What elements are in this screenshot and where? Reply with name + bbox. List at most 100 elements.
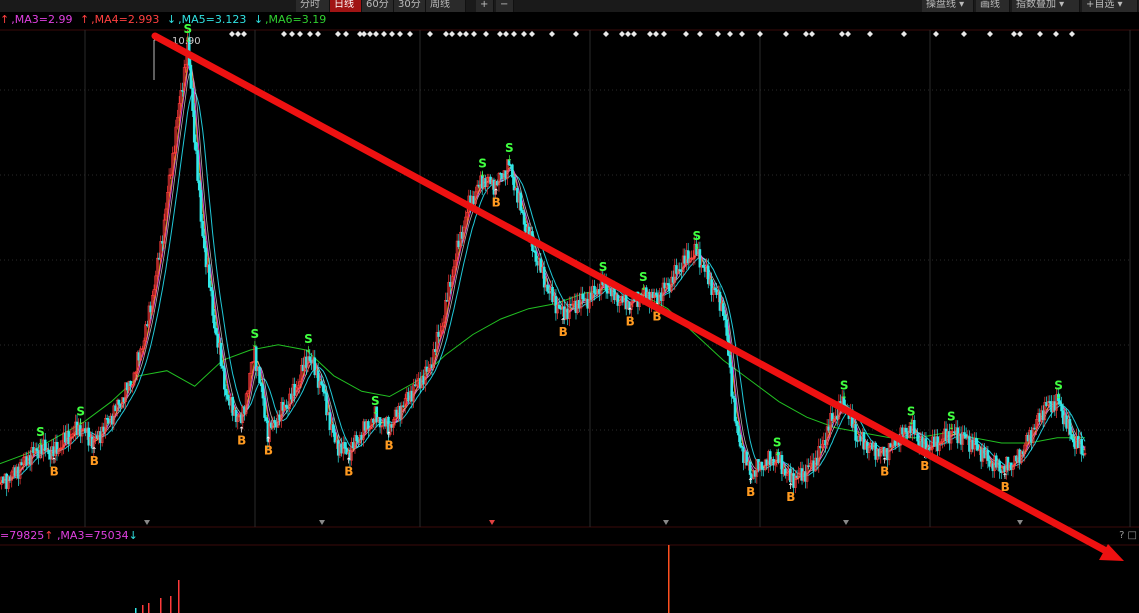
time-tick-marker [1017, 520, 1023, 525]
sell-signal: S [251, 327, 260, 341]
event-diamond [987, 31, 993, 37]
event-diamond [529, 31, 535, 37]
volume-bar [668, 545, 670, 613]
grid [0, 29, 1139, 546]
event-diamond [783, 31, 789, 37]
candle-body [285, 404, 288, 408]
event-diamond [803, 31, 809, 37]
event-diamond [757, 31, 763, 37]
event-diamond [315, 31, 321, 37]
event-diamond [235, 31, 241, 37]
sell-signal: S [599, 260, 608, 274]
candle-body [1070, 434, 1073, 440]
event-diamond [361, 31, 367, 37]
candle-body [546, 284, 549, 292]
candle-body [725, 319, 728, 336]
candle-body [998, 460, 1001, 472]
buy-signal: B [559, 325, 568, 339]
event-diamond [407, 31, 413, 37]
event-diamond [503, 31, 509, 37]
candle-body [321, 384, 325, 392]
index-overlay-dropdown[interactable]: 指数叠加 ▾ [1012, 0, 1080, 12]
event-diamond [727, 31, 733, 37]
sell-signal: S [36, 425, 45, 439]
kline-chart[interactable]: S↓↑BS↓↑BS↓↑BS↓↑BS↓↑BS↓↑BS↓↑BS↓↑BS↓↑BS↓↑B… [0, 0, 1139, 613]
candle-body [735, 420, 739, 427]
tab-daily[interactable]: 日线 [330, 0, 362, 12]
candle-body [320, 381, 323, 385]
event-diamond [521, 31, 527, 37]
sell-arrow: ↓ [774, 449, 781, 458]
candle-body [1071, 438, 1075, 443]
sell-signal: S [947, 410, 956, 424]
time-tick-marker [144, 520, 150, 525]
tab-60min[interactable]: 60分 [362, 0, 394, 12]
candle-body [367, 421, 370, 430]
add-watchlist-dropdown[interactable]: +自选 ▾ [1082, 0, 1138, 12]
toolbar: 分时 日线 60分 30分 周线 + − 操盘线 ▾ 画线 指数叠加 ▾ +自选… [0, 0, 1139, 12]
event-diamond [1069, 31, 1075, 37]
candle-body [264, 417, 268, 422]
candle-body [207, 264, 211, 288]
strategy-line-dropdown[interactable]: 操盘线 ▾ [922, 0, 974, 12]
buy-signal: B [746, 485, 755, 499]
time-tick-marker [663, 520, 669, 525]
event-diamond [367, 31, 373, 37]
time-tick-marker [843, 520, 849, 525]
sell-arrow: ↓ [506, 154, 513, 163]
event-diamond [573, 31, 579, 37]
sell-signal: S [907, 405, 916, 419]
sell-arrow: ↓ [694, 242, 701, 251]
tab-intraday[interactable]: 分时 [296, 0, 330, 12]
volume-bar [160, 598, 162, 613]
event-diamond [1053, 31, 1059, 37]
tab-weekly[interactable]: 周线 [426, 0, 466, 12]
volume-legend-item: =79825↑ [0, 529, 54, 542]
zoom-out-button[interactable]: − [496, 0, 514, 12]
buy-signal: B [237, 433, 246, 447]
bottom-tick-row [144, 520, 1023, 525]
candle-body [197, 180, 201, 191]
event-diamond [739, 31, 745, 37]
draw-line-button[interactable]: 画线 [976, 0, 1010, 12]
sell-arrow: ↓ [372, 407, 379, 416]
candle-body [201, 221, 204, 237]
event-diamond [449, 31, 455, 37]
tab-30min[interactable]: 30分 [394, 0, 426, 12]
event-diamond [307, 31, 313, 37]
event-diamond [289, 31, 295, 37]
buy-signal: B [880, 464, 889, 478]
zoom-in-button[interactable]: + [476, 0, 494, 12]
sell-signal: S [505, 141, 514, 155]
event-diamond [471, 31, 477, 37]
buy-signal: B [626, 315, 635, 329]
candle-body [43, 439, 47, 452]
volume-legend: =79825↑ ,MA3=75034↓ [0, 529, 138, 543]
candle-body [258, 366, 261, 384]
sell-signal: S [304, 332, 313, 346]
buy-signal: B [786, 490, 795, 504]
help-icon[interactable]: ? □ [1119, 530, 1137, 541]
candle-body [331, 424, 335, 433]
event-diamond [335, 31, 341, 37]
candle-body [557, 304, 561, 309]
candle-body [701, 265, 705, 268]
candle-body [854, 424, 857, 441]
candle-body [728, 355, 732, 368]
event-diamond [463, 31, 469, 37]
buy-signal: B [90, 454, 99, 468]
sell-signal: S [840, 379, 849, 393]
candle-body [733, 398, 737, 422]
event-diamond [373, 31, 379, 37]
candle-body [325, 392, 328, 416]
event-diamond [343, 31, 349, 37]
candle-body [202, 235, 206, 249]
candle-body [221, 365, 224, 369]
event-diamond [661, 31, 667, 37]
candle-body [722, 303, 725, 316]
event-diamond [933, 31, 939, 37]
ma-legend-item: ↑ ,MA3=2.99 [0, 13, 73, 26]
buy-signal: B [344, 464, 353, 478]
ma5-line [0, 91, 1086, 485]
ma-legend-item: ↓ ,MA6=3.19 [253, 13, 327, 26]
